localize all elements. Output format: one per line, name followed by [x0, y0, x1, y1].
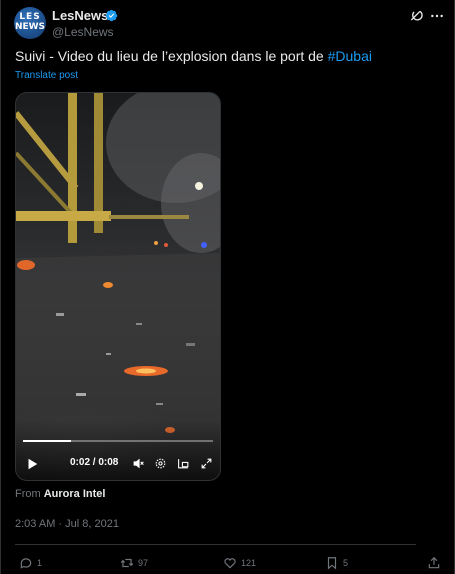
bookmark-icon: [327, 557, 337, 570]
video-time: 0:02 / 0:08: [70, 457, 119, 468]
hashtag-link[interactable]: #Dubai: [328, 48, 372, 64]
progress-bar[interactable]: [23, 440, 213, 442]
post-card: LES NEWS LesNews @LesNews Suivi - Video …: [0, 0, 455, 574]
grok-icon[interactable]: [408, 8, 424, 24]
fullscreen-icon[interactable]: [200, 457, 213, 470]
repost-count: 97: [138, 558, 149, 568]
avatar-logo-bottom: NEWS: [14, 22, 46, 32]
settings-icon[interactable]: [154, 457, 167, 470]
share-icon: [428, 556, 440, 569]
reply-icon: [20, 558, 32, 569]
from-prefix: From: [15, 488, 41, 500]
repost-icon: [120, 558, 134, 568]
video-player[interactable]: 0:02 / 0:08: [15, 92, 221, 481]
avatar[interactable]: LES NEWS: [14, 7, 46, 39]
media-source: From Aurora Intel: [15, 488, 105, 500]
like-count: 121: [241, 558, 257, 568]
progress-fill: [23, 440, 71, 442]
controls-overlay: [16, 420, 220, 480]
like-button[interactable]: 121: [223, 556, 256, 570]
avatar-logo-top: LES: [19, 12, 41, 22]
verified-badge-icon: [105, 9, 118, 22]
like-icon: [224, 558, 236, 569]
reply-button[interactable]: 1: [19, 556, 42, 570]
repost-button[interactable]: 97: [120, 556, 148, 570]
post-timestamp[interactable]: 2:03 AM · Jul 8, 2021: [15, 518, 119, 530]
volume-icon[interactable]: [132, 457, 145, 470]
pip-icon[interactable]: [177, 457, 190, 470]
translate-link[interactable]: Translate post: [15, 70, 78, 81]
more-icon[interactable]: [429, 8, 445, 24]
bookmark-count: 5: [343, 558, 349, 568]
reply-count: 1: [37, 558, 43, 568]
from-source-link[interactable]: Aurora Intel: [44, 488, 106, 500]
author-handle[interactable]: @LesNews: [52, 25, 114, 39]
post-body: Suivi - Video du lieu de l’explosion dan…: [15, 48, 328, 64]
post-text: Suivi - Video du lieu de l’explosion dan…: [15, 48, 372, 64]
divider: [15, 544, 416, 545]
play-icon[interactable]: [25, 457, 39, 471]
author-name[interactable]: LesNews: [52, 8, 108, 23]
share-button[interactable]: [427, 556, 441, 570]
bookmark-button[interactable]: 5: [325, 556, 348, 570]
